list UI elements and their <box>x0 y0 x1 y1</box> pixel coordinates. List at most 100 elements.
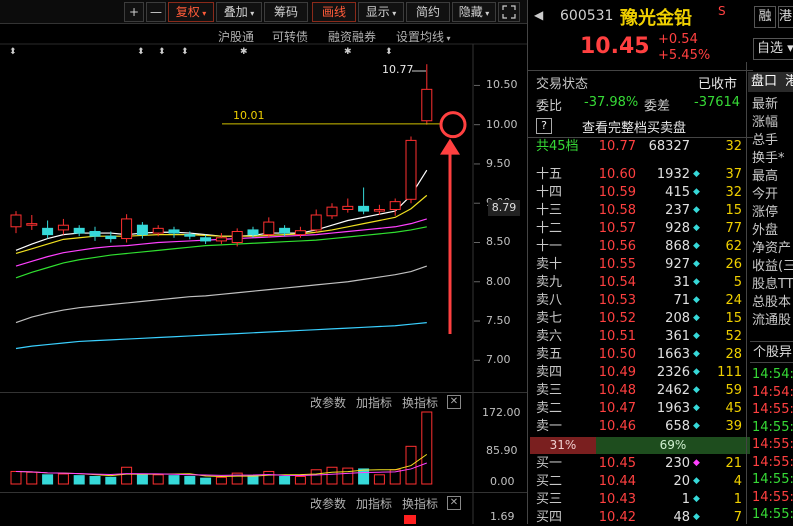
candle-body <box>10 214 22 228</box>
level-price: 10.58 <box>598 203 636 218</box>
close-icon[interactable]: ✕ <box>447 496 461 510</box>
level-volume: 31 <box>673 275 690 290</box>
price-axis-label: 8.00 <box>486 274 511 288</box>
summary-label: 总手 <box>752 133 779 148</box>
help-icon[interactable]: ? <box>536 118 552 134</box>
ask-level-row[interactable]: 十三 10.58 237 ◆ 15 <box>528 202 743 219</box>
prev-stock-icon[interactable]: ◀ <box>534 8 543 22</box>
candle-body <box>215 237 227 242</box>
level-volume: 208 <box>665 311 690 326</box>
event-marker: ⬍ <box>158 47 166 57</box>
event-time[interactable]: 14:55:1 <box>752 419 793 436</box>
summary-label: 净资产 <box>752 241 792 256</box>
summary-label: 最高 <box>752 169 779 184</box>
event-time[interactable]: 14:55:3 <box>752 506 793 523</box>
ask-level-row[interactable]: 十四 10.59 415 ◆ 32 <box>528 184 743 201</box>
event-time[interactable]: 14:55:3 <box>752 489 793 506</box>
ask-level-row[interactable]: 卖六 10.51 361 ◆ 52 <box>528 328 743 345</box>
tab-pankou[interactable]: 盘口 港 <box>748 72 793 92</box>
vol-axis-zero: 0.00 <box>490 475 515 488</box>
volume-bar <box>42 474 54 485</box>
macd-change-indicator-link[interactable]: 换指标 <box>402 495 438 512</box>
event-time[interactable]: 14:55:1 <box>752 436 793 453</box>
chips-button[interactable]: 筹码 <box>264 2 308 22</box>
level-volume: 48 <box>673 510 690 525</box>
bid-level-row[interactable]: 买二 10.44 20 ◆ 4 <box>528 473 743 490</box>
candlestick-chart: ⬍ ⬍ ⬍ ⬍ ✱ ✱ ⬍ <box>0 43 527 524</box>
vol-edit-params-link[interactable]: 改参数 <box>310 394 346 411</box>
ask-level-row[interactable]: 卖九 10.54 31 ◆ 5 <box>528 274 743 291</box>
vol-change-indicator-link[interactable]: 换指标 <box>402 394 438 411</box>
level-label: 卖九 <box>536 275 563 290</box>
ask-level-row[interactable]: 十一 10.56 868 ◆ 62 <box>528 238 743 255</box>
macd-edit-params-link[interactable]: 改参数 <box>310 495 346 512</box>
draw-line-button[interactable]: 画线 <box>312 2 356 22</box>
event-time[interactable]: 14:54:5 <box>752 366 793 383</box>
stock-header: ◀ 600531 豫光金铅 S <box>528 0 753 34</box>
stock-events-tab[interactable]: 个股异 <box>750 341 793 363</box>
ask-level-row[interactable]: 卖四 10.49 2326 ◆ 111 <box>528 364 743 381</box>
event-time[interactable]: 14:54:5 <box>752 384 793 401</box>
hk-tab[interactable]: 港 <box>778 6 793 28</box>
weicha-value: -37614 <box>694 95 741 110</box>
volume-bar <box>358 468 370 485</box>
level-price: 10.49 <box>598 365 636 380</box>
level-price: 10.47 <box>598 401 636 416</box>
ask-level-row[interactable]: 十二 10.57 928 ◆ 77 <box>528 220 743 237</box>
ask-level-row[interactable]: 卖八 10.53 71 ◆ 24 <box>528 292 743 309</box>
sell-ratio: 69% <box>596 437 750 454</box>
event-time[interactable]: 14:55:0 <box>752 401 793 418</box>
close-icon[interactable]: ✕ <box>447 395 461 409</box>
restore-rights-button[interactable]: 复权 ▾ <box>168 2 214 22</box>
event-time[interactable]: 14:55:2 <box>752 471 793 488</box>
fullscreen-icon[interactable] <box>498 2 520 22</box>
level-marker-icon: ◆ <box>693 169 700 179</box>
volume-bar <box>200 477 212 485</box>
bid-level-row[interactable]: 买一 10.45 230 ◆ 21 <box>528 455 743 472</box>
zoom-in-button[interactable]: + <box>124 2 144 22</box>
event-time[interactable]: 14:55:2 <box>752 454 793 471</box>
level-count: 39 <box>725 419 742 434</box>
overlay-label: 叠加 <box>223 5 248 19</box>
zoom-out-button[interactable]: — <box>146 2 166 22</box>
level-volume: 1 <box>681 492 690 507</box>
level-marker-icon: ◆ <box>693 259 700 269</box>
add-watchlist-button[interactable]: 自选 ▾ <box>753 38 793 60</box>
level-label: 卖八 <box>536 293 563 308</box>
ask-level-row[interactable]: 十五 10.60 1932 ◆ 37 <box>528 166 743 183</box>
macd-add-indicator-link[interactable]: 加指标 <box>356 495 392 512</box>
full-order-book-link[interactable]: 查看完整档买卖盘 <box>582 117 686 136</box>
ask-level-row[interactable]: 卖七 10.52 208 ◆ 15 <box>528 310 743 327</box>
ask-level-row[interactable]: 卖二 10.47 1963 ◆ 45 <box>528 400 743 417</box>
vol-add-indicator-link[interactable]: 加指标 <box>356 394 392 411</box>
ask-level-row[interactable]: 卖十 10.55 927 ◆ 26 <box>528 256 743 273</box>
high-label: 10.77 <box>382 63 414 76</box>
margin-tab[interactable]: 融 <box>754 6 776 28</box>
volume-bar <box>326 466 338 485</box>
buy-ratio: 31% <box>530 437 596 454</box>
overlay-button[interactable]: 叠加 ▾ <box>216 2 262 22</box>
bid-level-row[interactable]: 买三 10.43 1 ◆ 1 <box>528 491 743 508</box>
hide-button[interactable]: 隐藏 ▾ <box>452 2 496 22</box>
display-button[interactable]: 显示 ▾ <box>358 2 404 22</box>
chart-area[interactable]: 沪股通 可转债 融资融券 设置均线 ▾ ⬍ ⬍ ⬍ ⬍ ✱ ✱ ⬍ 10.50 10.00 9.… <box>0 24 527 524</box>
weibi-value: -37.98% <box>584 95 639 110</box>
level-label: 卖三 <box>536 383 563 398</box>
ask-level-row[interactable]: 卖一 10.46 658 ◆ 39 <box>528 418 743 435</box>
candle-body <box>42 227 54 236</box>
volume-bar <box>10 470 22 485</box>
volume-bars <box>10 411 433 485</box>
restore-rights-label: 复权 <box>175 5 200 19</box>
trade-status: 已收市 <box>698 77 738 92</box>
event-marker: ✱ <box>344 47 352 57</box>
ask-level-row[interactable]: 卖五 10.50 1663 ◆ 28 <box>528 346 743 363</box>
summary-label: 总股本 <box>752 295 792 310</box>
bid-level-row[interactable]: 买四 10.42 48 ◆ 7 <box>528 509 743 526</box>
tab-hk-label: 港 <box>785 74 793 89</box>
level-count: 37 <box>725 167 742 182</box>
candle-body <box>168 229 180 234</box>
simple-mode-button[interactable]: 简约 <box>406 2 450 22</box>
level-label: 卖二 <box>536 401 563 416</box>
level-volume: 927 <box>665 257 690 272</box>
ask-level-row[interactable]: 卖三 10.48 2462 ◆ 59 <box>528 382 743 399</box>
